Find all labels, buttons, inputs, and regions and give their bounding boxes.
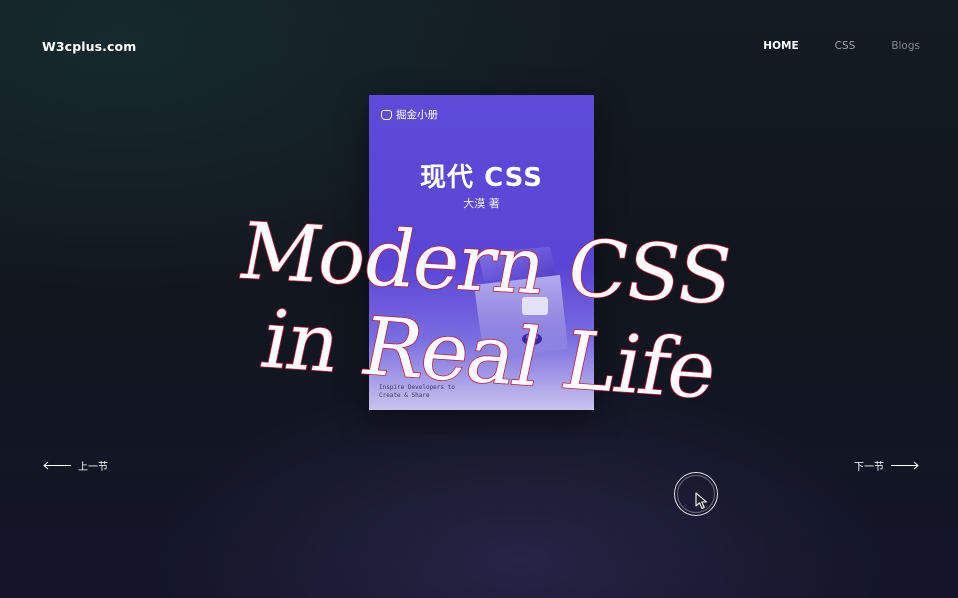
site-logo[interactable]: W3cplus.com — [42, 39, 136, 54]
arrow-left-icon — [43, 461, 71, 470]
main-nav: HOME CSS Blogs — [763, 40, 920, 52]
book-publisher: 掘金小册 — [381, 107, 438, 122]
arrow-right-icon — [891, 461, 919, 470]
book-cover[interactable]: 掘金小册 现代 CSS 大漠 著 Inspire Developers to C… — [369, 95, 594, 410]
prev-section-link[interactable]: 上一节 — [42, 458, 108, 473]
pointer-cursor-icon — [695, 492, 708, 510]
next-section-link[interactable]: 下一节 — [854, 458, 920, 473]
book-author: 大漠 著 — [463, 197, 500, 210]
book-publisher-label: 掘金小册 — [396, 109, 438, 121]
nav-blogs[interactable]: Blogs — [891, 40, 920, 52]
juejin-logo-icon — [381, 109, 392, 120]
book-footer-line1: Inspire Developers to — [379, 384, 455, 391]
book-footer-line2: Create & Share — [379, 392, 430, 399]
nav-css[interactable]: CSS — [835, 40, 856, 52]
next-section-label: 下一节 — [854, 462, 884, 473]
glass-book-illustration — [474, 247, 568, 359]
nav-home[interactable]: HOME — [763, 40, 798, 52]
book-title: 现代 CSS — [420, 163, 543, 193]
prev-section-label: 上一节 — [78, 462, 108, 473]
book-footer: Inspire Developers to Create & Share — [379, 384, 455, 400]
